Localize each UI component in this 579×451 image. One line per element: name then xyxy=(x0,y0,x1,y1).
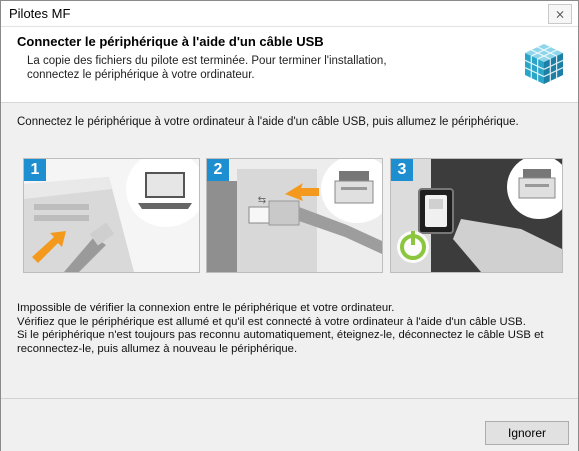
installer-window: Pilotes MF ⨯ Connecter le périphérique à… xyxy=(0,0,579,451)
footer-bar: Ignorer xyxy=(1,398,578,451)
message-line-1: Impossible de vérifier la connexion entr… xyxy=(17,302,395,314)
header-subtitle: La copie des fichiers du pilote est term… xyxy=(27,54,497,82)
error-message: Impossible de vérifier la connexion entr… xyxy=(17,302,562,356)
step-3-illustration: 3 xyxy=(390,158,563,273)
step-2-illustration: 2 ⇆ xyxy=(206,158,383,273)
svg-text:⇆: ⇆ xyxy=(258,195,266,206)
instruction-text: Connectez le périphérique à votre ordina… xyxy=(17,116,519,128)
installer-cube-icon xyxy=(522,41,566,92)
step-3-badge: 3 xyxy=(391,159,413,181)
header-subtitle-line2: connectez le périphérique à votre ordina… xyxy=(27,69,255,81)
header-banner: Connecter le périphérique à l'aide d'un … xyxy=(1,27,578,103)
window-title: Pilotes MF xyxy=(9,6,71,21)
close-button[interactable]: ⨯ xyxy=(548,4,572,24)
ignore-button[interactable]: Ignorer xyxy=(485,421,569,445)
header-title: Connecter le périphérique à l'aide d'un … xyxy=(17,34,324,49)
title-bar: Pilotes MF ⨯ xyxy=(1,1,578,27)
printer-usb-port-icon: ⇆ xyxy=(207,159,382,272)
step-1-illustration: 1 xyxy=(23,158,200,273)
laptop-usb-cable-icon xyxy=(24,159,199,272)
message-line-2: Vérifiez que le périphérique est allumé … xyxy=(17,315,526,328)
header-subtitle-line1: La copie des fichiers du pilote est term… xyxy=(27,55,387,67)
message-line-3: Si le périphérique n'est toujours pas re… xyxy=(17,329,544,355)
step-1-badge: 1 xyxy=(24,159,46,181)
step-2-badge: 2 xyxy=(207,159,229,181)
close-icon: ⨯ xyxy=(554,7,566,21)
printer-power-button-icon xyxy=(391,159,562,272)
